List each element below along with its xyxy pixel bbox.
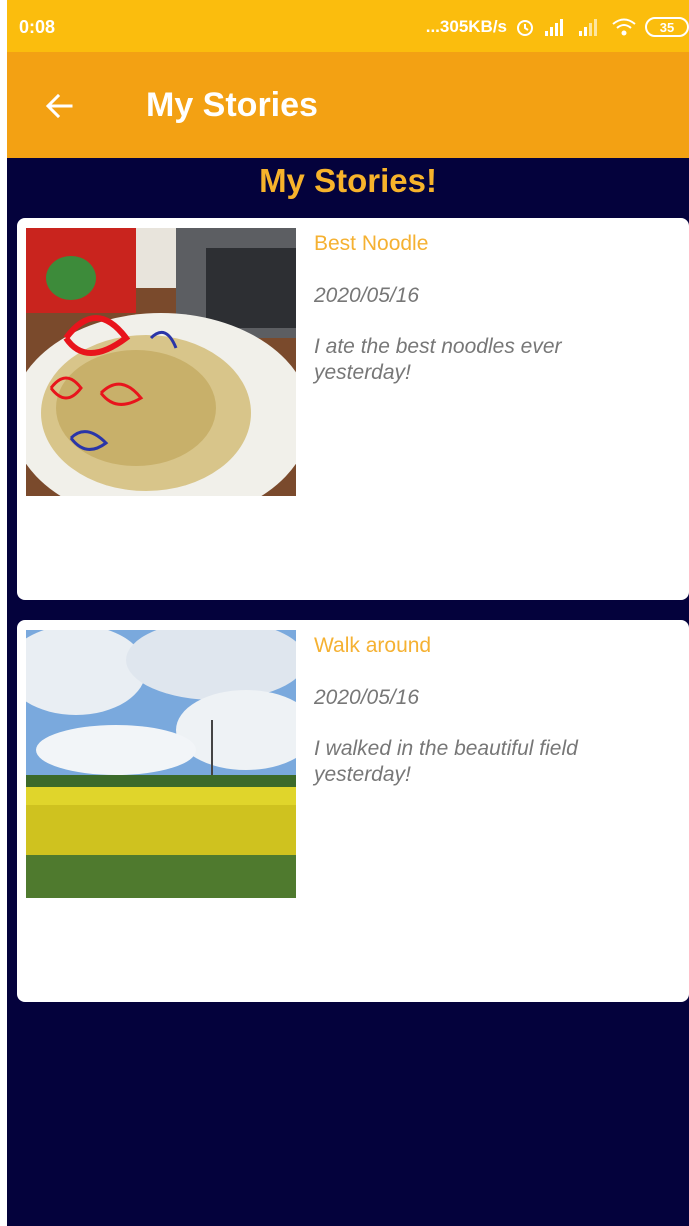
story-text: I walked in the beautiful field yesterda… [314,737,578,786]
arrow-left-icon [45,93,73,119]
status-bar: 0:08 ...305KB/s 35 [7,0,689,52]
network-speed: ...305KB/s [425,17,507,36]
alarm-icon [515,17,535,37]
signal-icon [543,17,569,37]
back-button[interactable] [39,86,79,126]
signal-2-icon [577,17,603,37]
app-title: My Stories [146,86,318,124]
battery-level: 35 [659,19,675,35]
app-bar: My Stories [7,52,689,158]
story-title: Best Noodle [314,232,429,255]
status-indicators: ...305KB/s 35 [426,14,689,40]
story-card[interactable]: Walk around 2020/05/16 I walked in the b… [17,620,689,1002]
story-card[interactable]: Best Noodle 2020/05/16 I ate the best no… [17,218,689,600]
app-screen: 0:08 ...305KB/s 35 My Stories My Stories… [7,0,689,1226]
section-title: My Stories! [259,162,437,199]
wifi-icon [611,17,637,37]
story-title: Walk around [314,634,432,657]
story-date: 2020/05/16 [314,686,420,709]
battery-icon: 35 [645,17,689,37]
story-date: 2020/05/16 [314,284,420,307]
status-time: 0:08 [19,17,56,37]
noodle-photo [26,228,296,496]
field-photo [26,630,296,898]
story-text: I ate the best noodles ever yesterday! [314,335,562,384]
